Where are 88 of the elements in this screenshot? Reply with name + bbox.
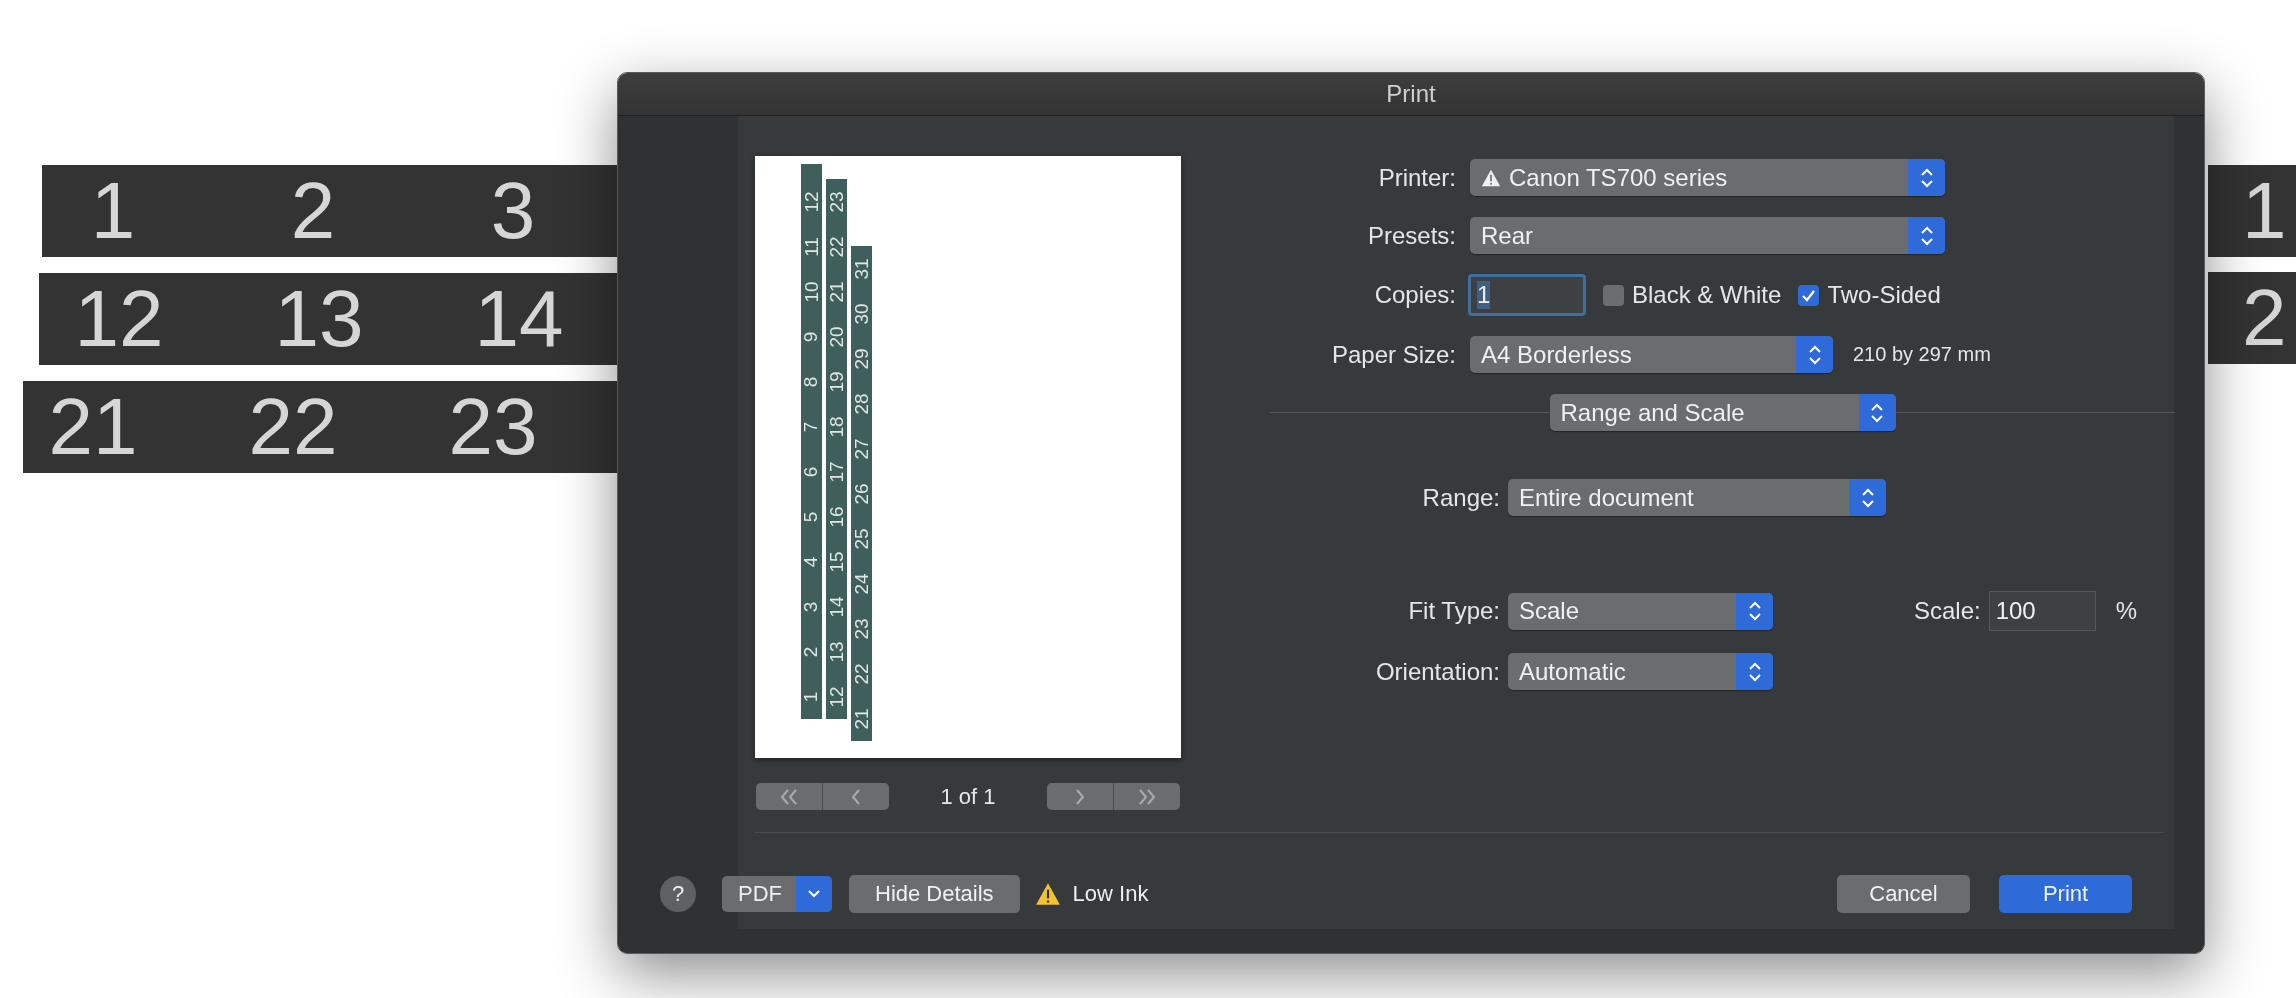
paper-dimensions: 210 by 297 mm	[1853, 343, 1991, 366]
strip-number: 25	[850, 527, 873, 550]
field-label: Orientation:	[1374, 657, 1500, 686]
field-label: Printer:	[1377, 163, 1456, 192]
strip-number: 22	[247, 387, 339, 467]
strip-number: 11	[800, 236, 823, 257]
print-button[interactable]: Print	[1999, 875, 2132, 913]
strip-number: 28	[850, 392, 873, 415]
strip-number: 21	[47, 387, 139, 467]
strip-number: 1	[2242, 171, 2287, 251]
chevron-left-icon	[851, 788, 861, 805]
chevron-down-icon	[806, 888, 822, 900]
strip-number: 14	[473, 279, 565, 359]
strip-number: 16	[825, 505, 848, 528]
strip-number: 12	[73, 279, 165, 359]
field-label: Scale:	[1913, 597, 1981, 625]
strip-number: 3	[800, 601, 823, 612]
window-title: Print	[1386, 80, 1436, 108]
strip-number: 20	[825, 325, 848, 348]
field-label: Copies:	[1373, 281, 1456, 309]
strip-number: 3	[489, 171, 537, 251]
strip-number: 14	[825, 595, 848, 618]
strip-number: 26	[850, 482, 873, 505]
unit-label: %	[2115, 597, 2137, 625]
checkbox-label: Black & White	[1632, 281, 1782, 309]
strip-number: 31	[850, 257, 873, 280]
page-indicator: 1 of 1	[940, 783, 996, 810]
copies-field[interactable]: 1	[1468, 274, 1586, 316]
strip-number: 13	[273, 279, 365, 359]
chevron-right-icon	[1075, 788, 1085, 805]
strip-number: 23	[850, 617, 873, 640]
field-label: Paper Size:	[1330, 340, 1456, 369]
strip-number: 23	[447, 387, 539, 467]
strip-number: 12	[825, 685, 848, 708]
first-page-button[interactable]	[756, 783, 822, 810]
strip-number: 2	[800, 646, 823, 657]
double-chevron-left-icon	[780, 788, 798, 805]
strip-number: 1	[89, 171, 137, 251]
hide-details-button[interactable]: Hide Details	[849, 875, 1020, 913]
strip-number: 29	[850, 347, 873, 370]
checkbox-label: Two-Sided	[1827, 281, 1941, 309]
presets-dropdown[interactable]: Rear	[1470, 217, 1945, 254]
checkbox[interactable]	[1603, 284, 1624, 306]
last-page-button[interactable]	[1114, 783, 1180, 810]
strip-number: 22	[825, 235, 848, 258]
strip-number: 5	[800, 511, 823, 522]
strip-number: 21	[850, 707, 873, 730]
strip-number: 6	[800, 466, 823, 477]
strip-number: 12	[800, 190, 823, 213]
field-label: Fit Type:	[1407, 597, 1500, 625]
double-chevron-right-icon	[1138, 788, 1156, 805]
warning-icon	[1034, 881, 1061, 907]
range-dropdown[interactable]: Entire document	[1508, 479, 1886, 516]
strip-number: 17	[825, 460, 848, 483]
strip-number: 4	[800, 556, 823, 567]
strip-number: 19	[825, 370, 848, 393]
strip-number: 22	[850, 662, 873, 685]
strip-number: 9	[800, 331, 823, 342]
strip-number: 30	[850, 302, 873, 325]
strip-number: 13	[825, 640, 848, 663]
strip-number: 21	[825, 280, 848, 303]
orientation-dropdown[interactable]: Automatic	[1508, 653, 1773, 690]
strip-number: 2	[289, 171, 337, 251]
printer-dropdown[interactable]: Canon TS700 series	[1470, 159, 1945, 196]
field-label: Range:	[1421, 483, 1500, 512]
strip-number: 1	[800, 691, 823, 702]
strip-number: 24	[850, 572, 873, 595]
next-page-button[interactable]	[1047, 783, 1113, 810]
pdf-menu-button[interactable]: PDF	[722, 876, 832, 912]
status-message: Low Ink	[1072, 881, 1149, 907]
strip-number: 10	[800, 280, 823, 303]
strip-number: 18	[825, 415, 848, 438]
strip-number: 23	[825, 190, 848, 213]
checkbox[interactable]	[1798, 284, 1820, 306]
strip-number: 15	[825, 550, 848, 573]
help-button[interactable]: ?	[660, 876, 696, 912]
cancel-button[interactable]: Cancel	[1837, 875, 1970, 913]
scale-field[interactable]: 100	[1988, 591, 2096, 631]
paper-size-dropdown[interactable]: A4 Borderless	[1470, 336, 1833, 373]
strip-number: 2	[2242, 278, 2287, 358]
previous-page-button[interactable]	[823, 783, 889, 810]
fit-type-dropdown[interactable]: Scale	[1508, 592, 1773, 630]
field-label: Presets:	[1366, 221, 1456, 250]
stepper-icon	[1746, 599, 1763, 623]
strip-number: 27	[850, 437, 873, 460]
section-dropdown[interactable]: Range and Scale	[1549, 394, 1896, 431]
strip-number: 7	[800, 421, 823, 432]
strip-number: 8	[800, 376, 823, 387]
